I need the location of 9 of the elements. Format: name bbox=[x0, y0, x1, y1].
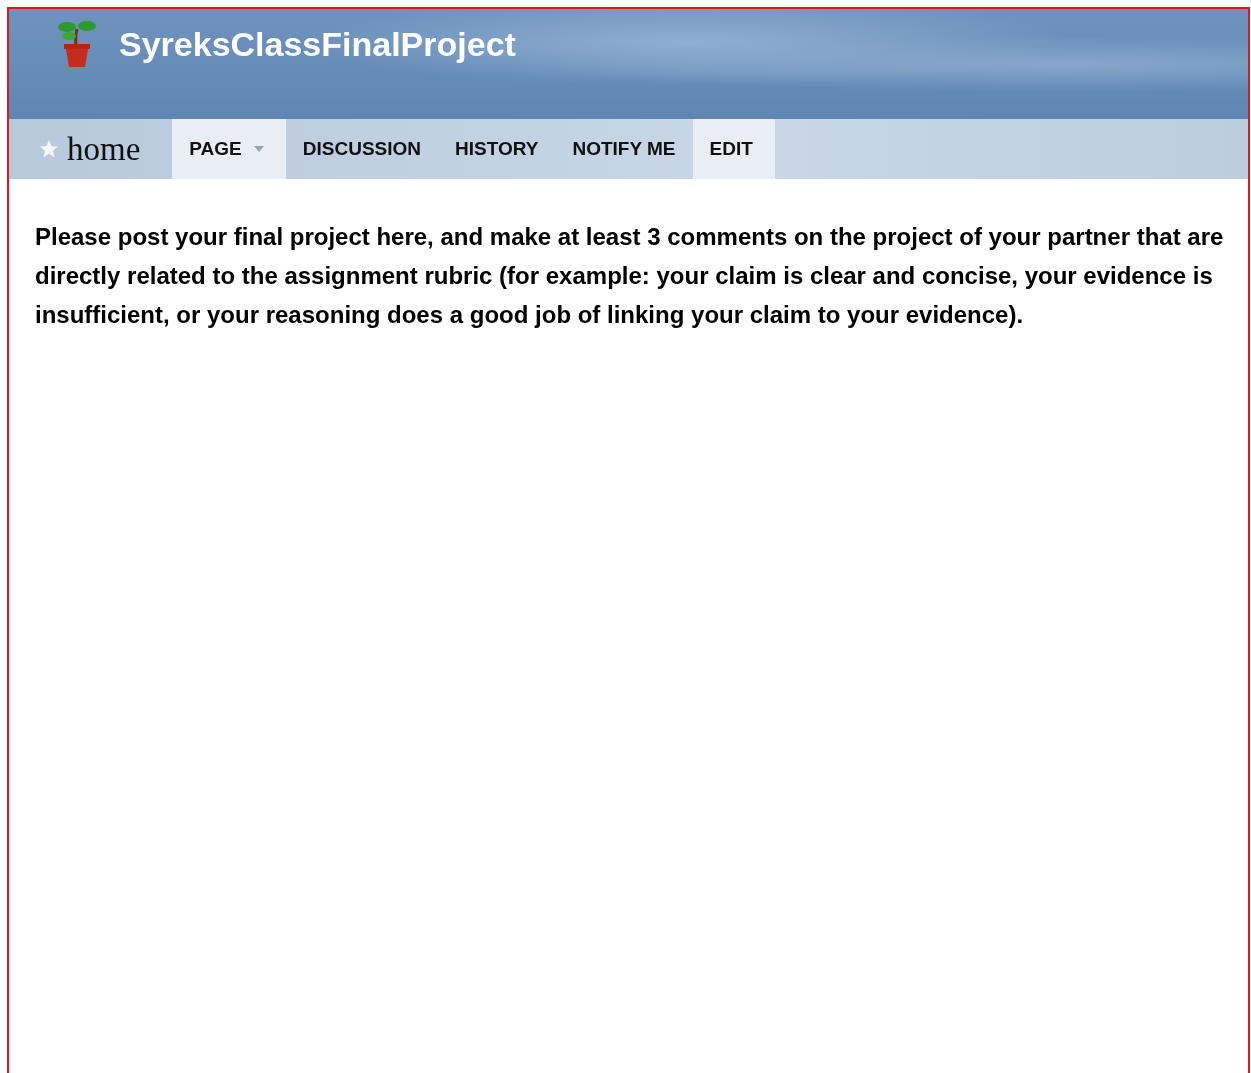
nav-tab[interactable]: NOTIFY ME bbox=[555, 119, 693, 179]
star-icon bbox=[39, 139, 59, 159]
nav-tab[interactable]: EDIT bbox=[692, 119, 775, 179]
nav-tab[interactable]: PAGE bbox=[172, 119, 286, 179]
home-link[interactable]: home bbox=[67, 130, 141, 168]
nav-tab[interactable]: DISCUSSION bbox=[285, 119, 438, 179]
caret-icon bbox=[253, 146, 264, 152]
instructions-text: Please post your final project here, and make at least 3 comments on the project of your partner that are directly related to the assignment rubric (for example: your claim is clear and concise, your evidence is insufficient, or your reasoning does a good job of linking your claim to your evidence). bbox=[35, 222, 1224, 330]
nav-tab[interactable]: HISTORY bbox=[438, 119, 556, 179]
